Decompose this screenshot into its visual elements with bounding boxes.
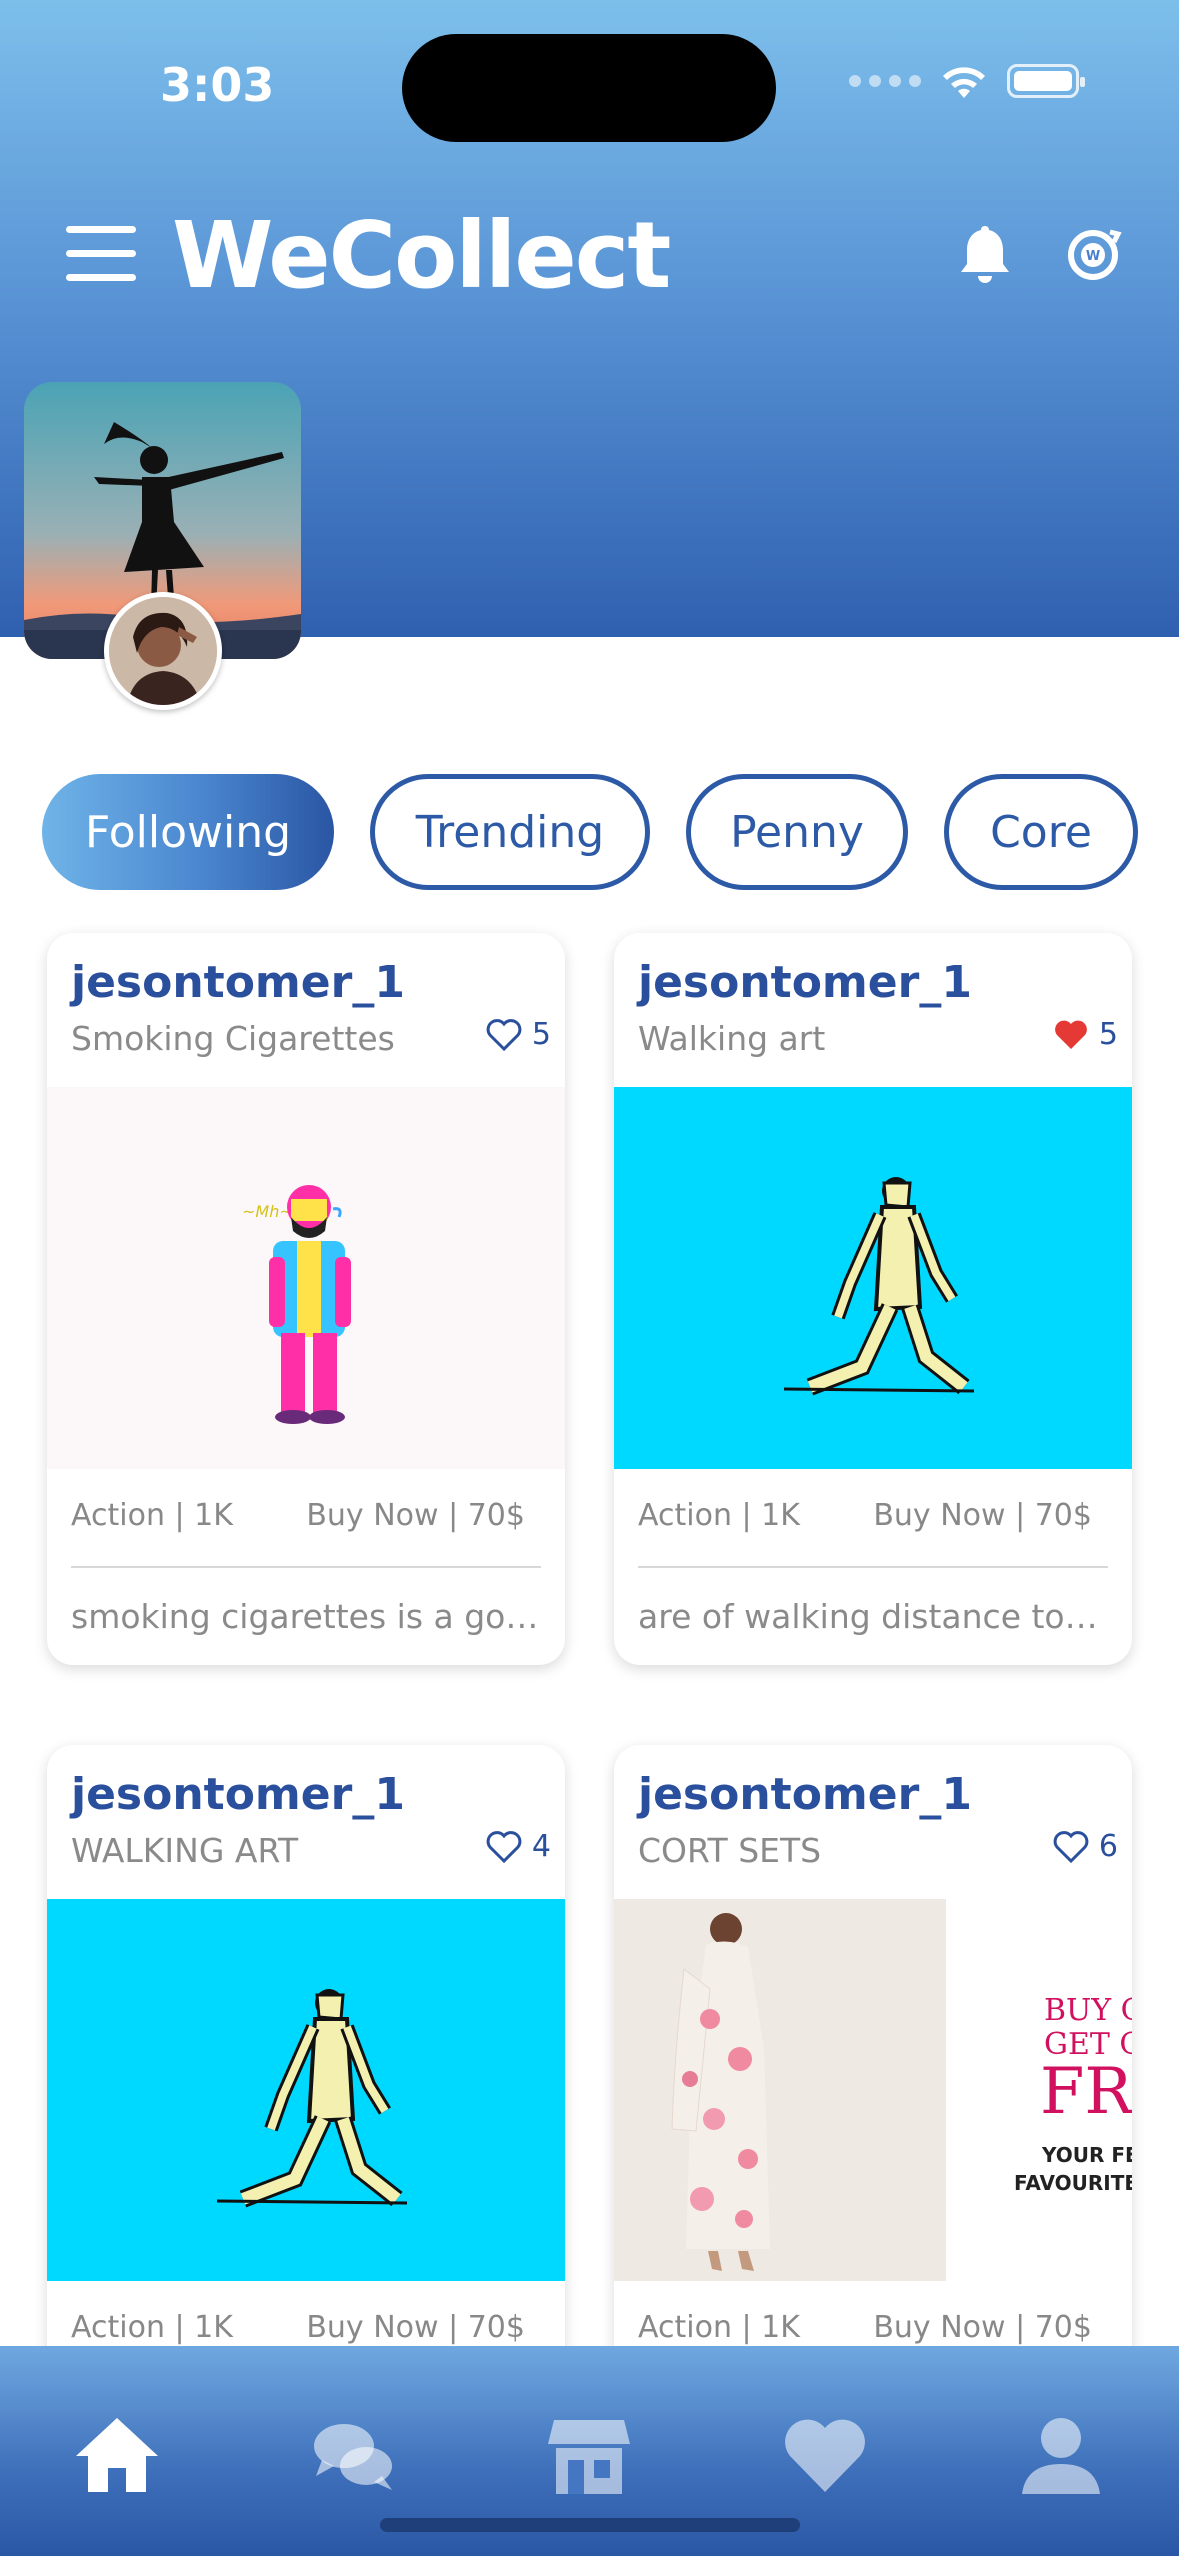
feed-tabs: Following Trending Penny Core	[0, 774, 1179, 892]
action-info: Action | 1K	[71, 1498, 233, 1533]
post-image[interactable]: BUY ON GET ON FRE YOUR FEST FAVOURITES	[614, 1899, 1132, 2281]
ad-line-1: BUY ON	[1044, 1993, 1132, 2028]
post-image[interactable]	[614, 1087, 1132, 1469]
status-time: 3:03	[160, 58, 275, 112]
heart-icon	[486, 1830, 522, 1863]
battery-icon	[1007, 64, 1085, 98]
buy-now-button[interactable]: Buy Now | 70$	[873, 2310, 1092, 2345]
post-image[interactable]	[47, 1899, 565, 2281]
status-indicators	[849, 62, 1085, 100]
like-count: 5	[1098, 1017, 1118, 1052]
post-card[interactable]: jesontomer_1 Walking art 5 Action | 1K B…	[614, 933, 1132, 1665]
post-title: Walking art	[638, 1019, 826, 1058]
like-button[interactable]: 5	[486, 1017, 551, 1052]
heart-icon	[1053, 1830, 1089, 1863]
like-count: 5	[531, 1017, 551, 1052]
post-description: smoking cigarettes is a goo...	[71, 1597, 541, 1636]
ad-banner: BUY ON GET ON FRE YOUR FEST FAVOURITES	[946, 1899, 1132, 2281]
action-info: Action | 1K	[71, 2310, 233, 2345]
like-count: 4	[531, 1829, 551, 1864]
post-title: CORT SETS	[638, 1831, 822, 1870]
app-logo: WeCollect	[172, 202, 671, 309]
like-button[interactable]: 4	[486, 1829, 551, 1864]
wifi-icon	[943, 67, 985, 98]
post-image[interactable]: ~Mh~	[47, 1087, 565, 1469]
home-icon[interactable]	[72, 2410, 162, 2500]
divider	[71, 1566, 541, 1568]
tab-trending[interactable]: Trending	[370, 774, 650, 890]
like-count: 6	[1098, 1829, 1118, 1864]
tab-following[interactable]: Following	[42, 774, 334, 890]
heart-icon	[1055, 1020, 1087, 1049]
ad-line-5: FAVOURITES	[1014, 2171, 1132, 2195]
post-title: Smoking Cigarettes	[71, 1019, 395, 1058]
store-icon[interactable]	[544, 2410, 634, 2500]
coin-icon[interactable]: W	[1060, 222, 1126, 288]
tab-core[interactable]: Core	[944, 774, 1138, 890]
action-info: Action | 1K	[638, 1498, 800, 1533]
like-button[interactable]: 6	[1053, 1829, 1118, 1864]
tab-penny[interactable]: Penny	[686, 774, 908, 890]
svg-text:~Mh~: ~Mh~	[242, 1202, 293, 1221]
home-indicator[interactable]	[380, 2518, 800, 2532]
post-username[interactable]: jesontomer_1	[71, 1769, 405, 1820]
buy-now-button[interactable]: Buy Now | 70$	[873, 1498, 1092, 1533]
action-info: Action | 1K	[638, 2310, 800, 2345]
ad-line-3: FRE	[1040, 2055, 1132, 2129]
person-icon[interactable]	[1016, 2410, 1106, 2500]
heart-icon	[486, 1018, 522, 1051]
divider	[638, 1566, 1108, 1568]
chat-icon[interactable]	[308, 2410, 398, 2500]
avatar[interactable]	[104, 592, 222, 710]
like-button[interactable]: 5	[1053, 1017, 1118, 1052]
buy-now-button[interactable]: Buy Now | 70$	[306, 2310, 525, 2345]
buy-now-button[interactable]: Buy Now | 70$	[306, 1498, 525, 1533]
post-card[interactable]: jesontomer_1 Smoking Cigarettes 5 ~Mh~ A…	[47, 933, 565, 1665]
bell-icon[interactable]	[955, 222, 1015, 286]
hamburger-menu-icon[interactable]	[66, 226, 136, 282]
cellular-signal-icon	[849, 75, 921, 87]
dynamic-island	[402, 34, 776, 142]
post-username[interactable]: jesontomer_1	[71, 957, 405, 1008]
post-username[interactable]: jesontomer_1	[638, 1769, 972, 1820]
favorites-heart-icon[interactable]	[780, 2410, 870, 2500]
post-username[interactable]: jesontomer_1	[638, 957, 972, 1008]
post-description: are of walking distance to t...	[638, 1597, 1108, 1636]
svg-text:W: W	[1086, 249, 1100, 264]
ad-line-4: YOUR FEST	[1042, 2143, 1132, 2167]
post-title: WALKING ART	[71, 1831, 299, 1870]
